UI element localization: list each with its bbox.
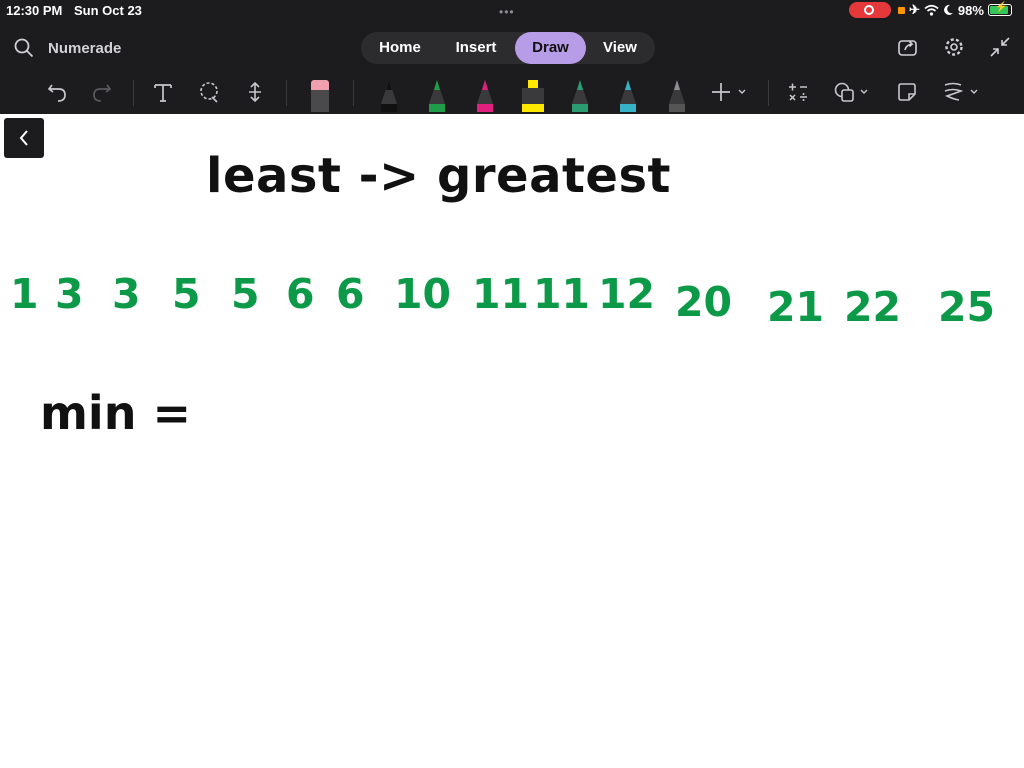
multitasking-dots-icon[interactable]: ••• [499,5,515,19]
shapes-icon[interactable] [833,81,873,103]
teal-pen-icon[interactable] [568,78,592,112]
number-item: 12 [598,270,656,318]
tab-insert[interactable]: Insert [441,32,511,64]
number-item: 11 [533,270,591,318]
add-pen-icon[interactable] [710,81,750,103]
toolbar-divider [133,80,134,106]
number-item: 3 [112,270,141,318]
number-item: 21 [767,283,825,331]
number-item: 6 [336,270,365,318]
mic-in-use-indicator [898,6,905,14]
yellow-highlighter-icon[interactable] [520,78,546,112]
number-item: 10 [394,270,452,318]
battery-icon: ⚡ [987,2,1012,16]
record-icon [864,5,874,15]
number-item: 22 [844,283,902,331]
number-item: 5 [231,270,260,318]
wifi-icon [924,4,939,16]
cyan-pen-icon[interactable] [616,78,640,112]
share-icon[interactable] [897,36,919,58]
sticker-icon[interactable] [896,81,918,103]
settings-icon[interactable] [943,36,965,58]
number-item: 6 [286,270,315,318]
tab-draw[interactable]: Draw [515,32,586,64]
app-title[interactable]: Numerade [48,40,121,57]
collapse-icon[interactable] [989,36,1011,58]
lasso-icon[interactable] [198,81,220,103]
handwritten-heading: least -> greatest [206,148,671,204]
gray-pen-icon[interactable] [665,78,689,112]
battery-percent: 98% [957,2,984,18]
number-item: 11 [472,270,530,318]
number-item: 25 [938,283,996,331]
space-insert-icon[interactable] [244,81,266,103]
airplane-icon: ✈ [909,2,920,17]
screen-recording-indicator[interactable] [849,2,891,18]
search-icon[interactable] [14,38,34,58]
number-item: 3 [55,270,84,318]
magenta-pen-icon[interactable] [473,78,497,112]
status-bar-left: 12:30 PM Sun Oct 23 [6,3,150,18]
number-item: 1 [10,270,39,318]
status-bar-right: ✈ 98% ⚡ [898,1,1012,19]
toolbar-divider [353,80,354,106]
number-item: 20 [675,278,733,326]
toolbar-divider [286,80,287,106]
toolbar-divider [768,80,769,106]
eraser-icon[interactable] [309,78,331,112]
status-date: Sun Oct 23 [74,3,142,18]
ribbon-tabs: Home Insert Draw View [361,32,655,64]
tab-view[interactable]: View [589,32,651,64]
chevron-left-icon [19,130,28,146]
green-pen-icon[interactable] [425,78,449,112]
moon-icon [943,4,953,15]
redo-icon[interactable] [91,81,113,103]
black-pen-icon[interactable] [377,78,401,112]
text-tool-icon[interactable] [152,81,174,103]
ink-style-icon[interactable] [942,81,982,103]
top-chrome: 12:30 PM Sun Oct 23 ••• ✈ 98% ⚡ Numerade… [0,0,1024,114]
number-item: 5 [172,270,201,318]
handwritten-min-label: min = [40,386,192,440]
math-icon[interactable] [787,81,809,103]
undo-icon[interactable] [46,81,68,103]
tab-home[interactable]: Home [363,32,437,64]
status-time: 12:30 PM [6,3,63,18]
back-button[interactable] [4,118,44,158]
